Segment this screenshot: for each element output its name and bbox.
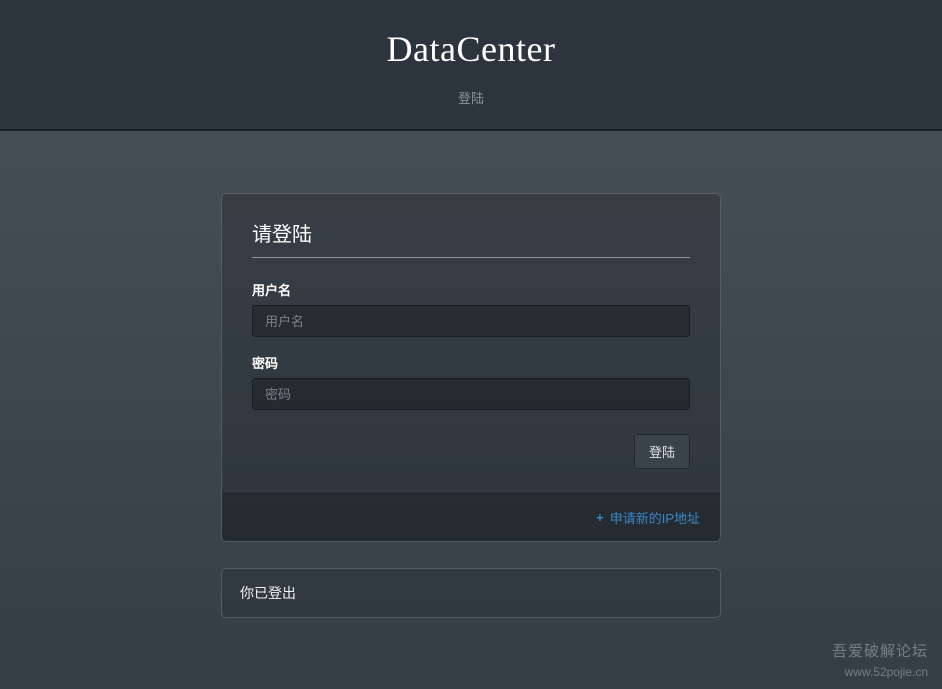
password-input[interactable]: [252, 378, 690, 410]
login-button[interactable]: 登陆: [634, 434, 690, 469]
plus-icon: +: [596, 511, 604, 524]
panel-title: 请登陆: [252, 218, 690, 258]
username-label: 用户名: [252, 280, 690, 299]
panel-footer: + 申请新的IP地址: [222, 493, 720, 541]
username-group: 用户名: [252, 280, 690, 337]
main-content: 请登陆 用户名 密码 登陆 + 申请新的IP地址 你已登出: [0, 131, 942, 618]
panel-body: 请登陆 用户名 密码 登陆: [222, 194, 720, 493]
login-panel: 请登陆 用户名 密码 登陆 + 申请新的IP地址: [221, 193, 721, 542]
request-ip-text: 申请新的IP地址: [610, 508, 700, 527]
watermark-line1: 吾爱破解论坛: [832, 641, 928, 664]
request-ip-link[interactable]: + 申请新的IP地址: [596, 508, 700, 527]
header-subtitle: 登陆: [0, 88, 942, 107]
password-label: 密码: [252, 353, 690, 372]
button-row: 登陆: [252, 434, 690, 469]
username-input[interactable]: [252, 305, 690, 337]
page-header: DataCenter 登陆: [0, 0, 942, 131]
password-group: 密码: [252, 353, 690, 410]
watermark: 吾爱破解论坛 www.52pojie.cn: [832, 641, 928, 682]
app-title: DataCenter: [0, 28, 942, 70]
status-message: 你已登出: [221, 568, 721, 618]
watermark-line2: www.52pojie.cn: [832, 663, 928, 681]
